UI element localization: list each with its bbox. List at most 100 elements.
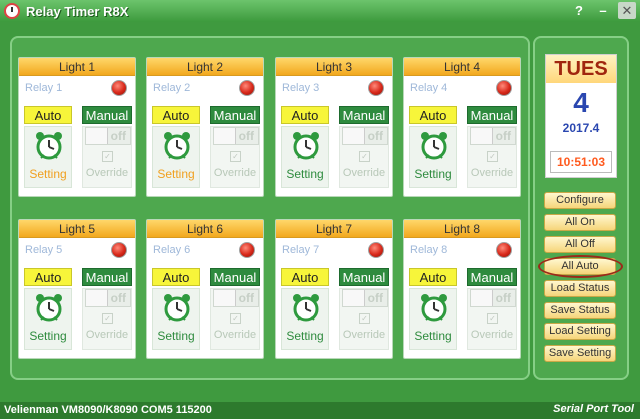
alarm-clock-icon [36, 132, 62, 160]
minimize-button[interactable]: – [594, 2, 612, 19]
manual-button[interactable]: Manual [339, 106, 389, 124]
brand-logo: Serial Port Tool [553, 403, 634, 415]
status-led-icon [239, 80, 255, 96]
setting-label: Setting [286, 329, 324, 343]
close-button[interactable]: ✕ [618, 2, 636, 19]
light-card-2: Light 2 Relay 2 Auto Manual Setting off [146, 57, 264, 197]
auto-button[interactable]: Auto [409, 268, 457, 286]
relay-label: Relay 6 [153, 244, 191, 256]
status-led-icon [368, 80, 384, 96]
manual-button[interactable]: Manual [210, 268, 260, 286]
save-setting-button[interactable]: Save Setting [544, 345, 616, 362]
override-label: Override [213, 329, 257, 341]
setting-label: Setting [157, 167, 195, 181]
on-off-toggle[interactable]: off [213, 127, 259, 145]
light-card-5: Light 5 Relay 5 Auto Manual Setting off [18, 219, 136, 359]
override-label: Override [85, 167, 129, 179]
title-bar: Relay Timer R8X ? – ✕ [0, 0, 640, 22]
setting-area[interactable]: Setting [24, 126, 72, 188]
setting-area[interactable]: Setting [281, 126, 329, 188]
setting-area[interactable]: Setting [281, 288, 329, 350]
auto-button[interactable]: Auto [24, 106, 72, 124]
setting-area[interactable]: Setting [409, 126, 457, 188]
setting-area[interactable]: Setting [152, 126, 200, 188]
on-off-toggle[interactable]: off [342, 289, 388, 307]
override-area: off ✓ Override [210, 288, 260, 350]
light-card-8: Light 8 Relay 8 Auto Manual Setting off [403, 219, 521, 359]
auto-button[interactable]: Auto [281, 106, 329, 124]
all-on-button[interactable]: All On [544, 214, 616, 231]
toggle-knob [343, 290, 365, 306]
highlight-ring [538, 255, 623, 278]
on-off-toggle[interactable]: off [342, 127, 388, 145]
load-status-button[interactable]: Load Status [544, 280, 616, 297]
status-led-icon [239, 242, 255, 258]
relay-label: Relay 4 [410, 82, 448, 94]
manual-button[interactable]: Manual [467, 106, 517, 124]
setting-area[interactable]: Setting [152, 288, 200, 350]
light-card-1: Light 1 Relay 1 Auto Manual Setting off [18, 57, 136, 197]
relay-label: Relay 5 [25, 244, 63, 256]
toggle-knob [214, 290, 236, 306]
configure-button[interactable]: Configure [544, 192, 616, 209]
toggle-knob [471, 128, 493, 144]
alarm-clock-icon [421, 132, 447, 160]
override-checkbox[interactable]: ✓ [230, 151, 241, 162]
alarm-clock-icon [36, 294, 62, 322]
on-off-toggle[interactable]: off [470, 127, 516, 145]
on-off-toggle[interactable]: off [470, 289, 516, 307]
override-checkbox[interactable]: ✓ [487, 151, 498, 162]
manual-button[interactable]: Manual [467, 268, 517, 286]
override-checkbox[interactable]: ✓ [359, 313, 370, 324]
alarm-clock-icon [164, 132, 190, 160]
on-off-toggle[interactable]: off [85, 289, 131, 307]
relay-label: Relay 1 [25, 82, 63, 94]
status-led-icon [496, 242, 512, 258]
auto-button[interactable]: Auto [24, 268, 72, 286]
all-off-button[interactable]: All Off [544, 236, 616, 253]
setting-area[interactable]: Setting [24, 288, 72, 350]
toggle-knob [86, 128, 108, 144]
alarm-clock-icon [293, 132, 319, 160]
manual-button[interactable]: Manual [339, 268, 389, 286]
override-label: Override [470, 167, 514, 179]
auto-button[interactable]: Auto [152, 268, 200, 286]
load-setting-button[interactable]: Load Setting [544, 323, 616, 340]
window-title: Relay Timer R8X [26, 3, 129, 19]
light-title: Light 3 [276, 58, 392, 76]
override-area: off ✓ Override [339, 288, 389, 350]
override-checkbox[interactable]: ✓ [230, 313, 241, 324]
light-title: Light 6 [147, 220, 263, 238]
toggle-state: off [367, 291, 383, 305]
manual-button[interactable]: Manual [210, 106, 260, 124]
light-title: Light 5 [19, 220, 135, 238]
manual-button[interactable]: Manual [82, 268, 132, 286]
alarm-clock-icon [164, 294, 190, 322]
override-checkbox[interactable]: ✓ [102, 313, 113, 324]
toggle-state: off [110, 291, 126, 305]
override-area: off ✓ Override [82, 126, 132, 188]
override-checkbox[interactable]: ✓ [102, 151, 113, 162]
setting-area[interactable]: Setting [409, 288, 457, 350]
save-status-button[interactable]: Save Status [544, 302, 616, 319]
toggle-state: off [495, 291, 511, 305]
relay-label: Relay 2 [153, 82, 191, 94]
auto-button[interactable]: Auto [152, 106, 200, 124]
on-off-toggle[interactable]: off [213, 289, 259, 307]
month-label: 2017.4 [562, 121, 600, 135]
override-area: off ✓ Override [339, 126, 389, 188]
on-off-toggle[interactable]: off [85, 127, 131, 145]
toggle-state: off [238, 291, 254, 305]
toggle-knob [86, 290, 108, 306]
light-title: Light 1 [19, 58, 135, 76]
time-label: 10:51:03 [550, 151, 612, 173]
setting-label: Setting [414, 329, 452, 343]
override-checkbox[interactable]: ✓ [487, 313, 498, 324]
auto-button[interactable]: Auto [409, 106, 457, 124]
auto-button[interactable]: Auto [281, 268, 329, 286]
help-button[interactable]: ? [570, 2, 588, 19]
manual-button[interactable]: Manual [82, 106, 132, 124]
override-checkbox[interactable]: ✓ [359, 151, 370, 162]
override-label: Override [342, 167, 386, 179]
override-area: off ✓ Override [210, 126, 260, 188]
